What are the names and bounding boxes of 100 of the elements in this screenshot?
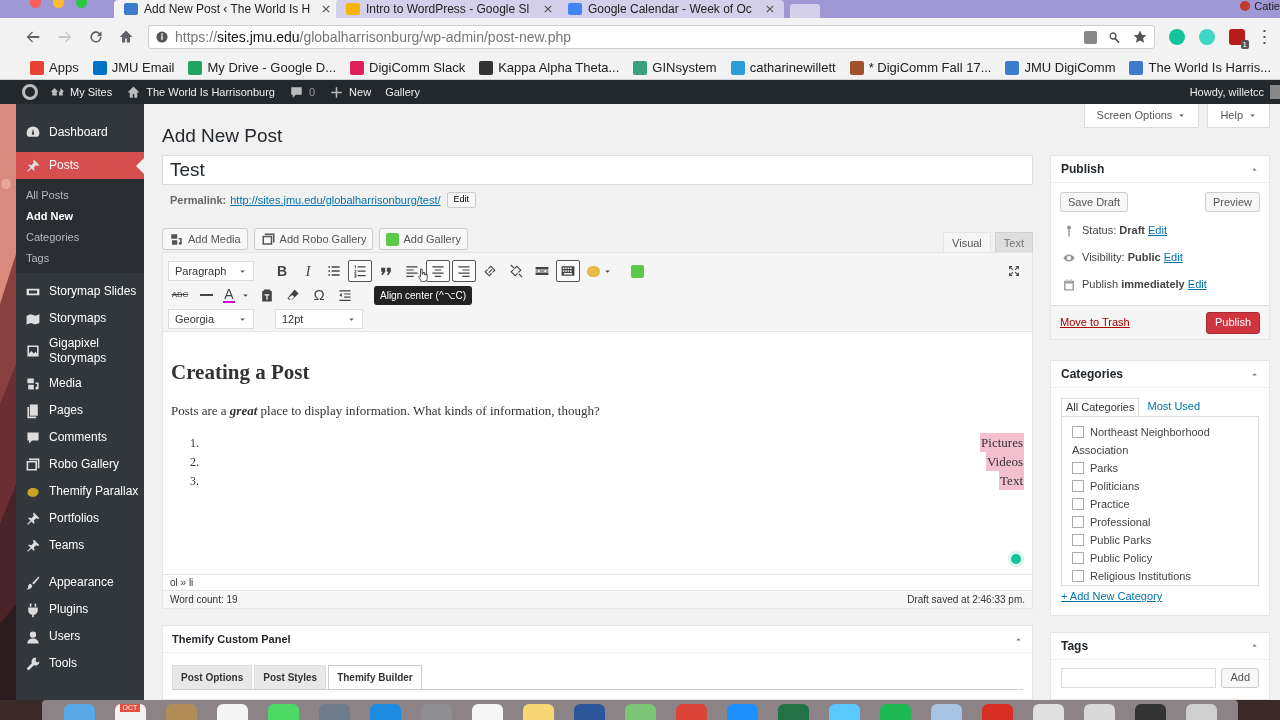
checkbox[interactable]: [1072, 570, 1084, 582]
tag-input-field[interactable]: [1061, 667, 1217, 688]
bookmark[interactable]: My Drive - Google D...: [188, 57, 337, 78]
menu-item[interactable]: Storymap Slides: [16, 278, 144, 305]
app-icon[interactable]: [777, 704, 809, 720]
app-icon[interactable]: [930, 704, 962, 720]
panel-tab[interactable]: Themify Builder: [328, 665, 422, 689]
app-icon[interactable]: [267, 704, 299, 720]
category-tab[interactable]: All Categories: [1061, 398, 1140, 416]
publish-button[interactable]: Publish: [1205, 311, 1260, 334]
menu-item[interactable]: Robo Gallery: [16, 451, 144, 478]
bookmark[interactable]: The World Is Harris...: [1129, 57, 1272, 78]
menu-item[interactable]: Comments: [16, 424, 144, 451]
trash-link[interactable]: Move to Trash: [1060, 314, 1130, 331]
menu-item[interactable]: Users: [16, 623, 144, 650]
zoom-window-icon[interactable]: [76, 0, 87, 8]
app-icon[interactable]: [1134, 704, 1166, 720]
screen-options-button[interactable]: Screen Options: [1083, 104, 1200, 128]
app-icon[interactable]: [522, 704, 554, 720]
add-category-link[interactable]: + Add New Category: [1061, 588, 1259, 605]
menu-item[interactable]: Pages: [16, 397, 144, 424]
grammarly-icon[interactable]: [1008, 551, 1024, 567]
submenu-item[interactable]: All Posts: [16, 185, 144, 206]
menu-item[interactable]: Teams: [16, 532, 144, 559]
app-icon[interactable]: [1083, 704, 1115, 720]
bookmark[interactable]: Apps: [30, 57, 79, 78]
menu-item[interactable]: Plugins: [16, 596, 144, 623]
admin-bar-item[interactable]: The World Is Harrisonburg: [126, 83, 275, 101]
help-button[interactable]: Help: [1207, 104, 1270, 128]
bookmark[interactable]: DigiComm Slack: [350, 57, 466, 78]
save-draft-button[interactable]: Save Draft: [1060, 192, 1128, 212]
greeting-link[interactable]: Howdy, willetcc: [1189, 83, 1264, 101]
menu-item[interactable]: Themify Parallax: [16, 478, 144, 505]
app-icon[interactable]: [216, 704, 248, 720]
menu-item[interactable]: Dashboard: [16, 114, 144, 150]
checkbox[interactable]: [1072, 480, 1084, 492]
admin-bar-item[interactable]: 0: [289, 83, 316, 101]
app-icon[interactable]: [1032, 704, 1064, 720]
bookmark[interactable]: GINsystem: [633, 57, 717, 78]
close-window-icon[interactable]: [30, 0, 41, 8]
app-icon[interactable]: [1185, 704, 1217, 720]
align-center-button[interactable]: [426, 260, 450, 282]
edit-button[interactable]: Edit: [446, 192, 477, 208]
menu-item[interactable]: Tools: [16, 650, 144, 677]
add-tag-button[interactable]: Add: [1221, 667, 1259, 688]
category-option[interactable]: Northeast Neighborhood Association: [1072, 423, 1242, 459]
app-icon[interactable]: [471, 704, 503, 720]
category-option[interactable]: Religious Institutions: [1072, 567, 1242, 585]
special-character-button[interactable]: Ω: [307, 284, 331, 306]
category-option[interactable]: Professional: [1072, 513, 1242, 531]
menu-item[interactable]: Posts: [16, 152, 144, 179]
close-icon[interactable]: [544, 5, 552, 13]
menu-item[interactable]: Gigapixel Storymaps: [16, 332, 144, 370]
italic-button[interactable]: I: [296, 260, 320, 282]
category-option[interactable]: Parks: [1072, 459, 1242, 477]
dropdown[interactable]: Georgia: [168, 309, 254, 329]
title-field[interactable]: Test: [162, 155, 1033, 185]
bookmark[interactable]: JMU DigiComm: [1005, 57, 1116, 78]
category-option[interactable]: Politicians: [1072, 477, 1242, 495]
menu-item[interactable]: Portfolios: [16, 505, 144, 532]
dropdown[interactable]: 12pt: [275, 309, 363, 329]
minimize-window-icon[interactable]: [53, 0, 64, 8]
menu-item[interactable]: Media: [16, 370, 144, 397]
bookmark[interactable]: JMU Email: [92, 57, 175, 78]
close-icon[interactable]: [322, 5, 330, 13]
edit-link[interactable]: Edit: [1163, 251, 1183, 264]
dropdown[interactable]: Paragraph: [168, 261, 254, 281]
profile-name[interactable]: Catie: [1254, 0, 1280, 15]
category-tab[interactable]: Most Used: [1143, 398, 1205, 416]
bold-button[interactable]: B: [270, 260, 294, 282]
edit-link[interactable]: Edit: [1187, 278, 1207, 291]
menu-item[interactable]: Storymaps: [16, 305, 144, 332]
checkbox[interactable]: [1072, 534, 1084, 546]
menu-icon[interactable]: [1263, 30, 1266, 44]
url-field[interactable]: https://sites.jmu.edu/globalharrisonburg/wp-admin/post-new.php: [148, 25, 1155, 49]
category-option[interactable]: Practice: [1072, 495, 1242, 513]
text-color-button[interactable]: A: [220, 284, 253, 306]
menu-item[interactable]: Appearance: [16, 569, 144, 596]
category-option[interactable]: Public Policy: [1072, 549, 1242, 567]
bookmark[interactable]: catharinewillett: [730, 57, 836, 78]
media-button[interactable]: Add Robo Gallery: [253, 228, 374, 250]
admin-bar-item[interactable]: My Sites: [50, 83, 113, 101]
numbered-list-button[interactable]: [348, 260, 372, 282]
panel-tab[interactable]: Post Options: [172, 665, 253, 689]
edit-link[interactable]: Edit: [1148, 224, 1167, 237]
toolbar-toggle-button[interactable]: [556, 260, 580, 282]
wordpress-logo-icon[interactable]: [22, 84, 38, 100]
close-icon[interactable]: [766, 5, 774, 13]
editor-tab[interactable]: Visual: [943, 232, 991, 252]
checkbox[interactable]: [1072, 426, 1084, 438]
align-right-button[interactable]: [452, 260, 476, 282]
browser-tab[interactable]: Google Calendar - Week of Oc: [558, 0, 784, 18]
checkbox[interactable]: [1072, 552, 1084, 564]
panel-tab[interactable]: Post Styles: [254, 665, 327, 689]
submenu-item[interactable]: Add New: [16, 206, 144, 227]
checkbox[interactable]: [1072, 498, 1084, 510]
strikethrough-button[interactable]: ABC: [168, 284, 192, 306]
app-icon[interactable]: [624, 704, 656, 720]
submenu-item[interactable]: Categories: [16, 227, 144, 248]
bookmark[interactable]: * DigiComm Fall 17...: [849, 57, 992, 78]
